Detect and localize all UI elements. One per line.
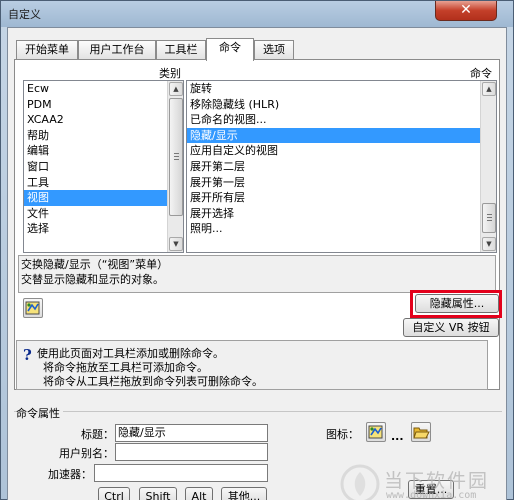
other-button[interactable]: 其他... xyxy=(221,487,267,500)
ctrl-button[interactable]: Ctrl xyxy=(98,487,130,500)
list-item[interactable]: 帮助 xyxy=(24,128,168,144)
tab-toolbars[interactable]: 工具栏 xyxy=(156,40,206,60)
description-line-1: 交换隐藏/显示（“视图”菜单） xyxy=(21,258,169,271)
list-item[interactable]: 旋转 xyxy=(187,81,481,97)
scrollbar-thumb[interactable] xyxy=(169,98,183,216)
open-folder-button[interactable] xyxy=(411,422,431,442)
accelerator-label: 加速器： xyxy=(48,468,92,481)
close-button[interactable]: ✕ xyxy=(435,1,497,21)
hint-line-3: 将命令从工具栏拖放到命令列表可删除命令。 xyxy=(43,375,263,388)
command-description: 交换隐藏/显示（“视图”菜单） 交替显示隐藏和显示的对象。 xyxy=(18,255,496,293)
section-separator xyxy=(14,411,502,412)
accelerator-field[interactable] xyxy=(94,464,268,482)
categories-header: 类别 xyxy=(159,67,181,80)
tab-commands[interactable]: 命令 xyxy=(206,38,254,61)
customize-dialog: 自定义 ✕ 开始菜单 用户工作台 工具栏 命令 选项 类别 命令 Ecw PDM… xyxy=(0,0,514,500)
icon-preview-button[interactable] xyxy=(366,422,386,442)
window-title: 自定义 xyxy=(8,8,41,21)
list-item[interactable]: 选择 xyxy=(24,221,168,237)
commands-scrollbar[interactable]: ▲ ▼ xyxy=(480,81,496,252)
watermark-url: www.downxia.com xyxy=(386,490,477,500)
command-icon-button[interactable] xyxy=(23,298,43,318)
commands-header: 命令 xyxy=(470,67,492,80)
list-item[interactable]: 工具 xyxy=(24,175,168,191)
shift-button[interactable]: Shift xyxy=(139,487,177,500)
scrollbar-thumb[interactable] xyxy=(482,203,496,233)
close-icon: ✕ xyxy=(460,2,472,18)
categories-list[interactable]: Ecw PDM XCAA2 帮助 编辑 窗口 工具 视图 文件 选择 ▲ ▼ xyxy=(23,80,184,253)
hint-line-2: 将命令拖放至工具栏可添加命令。 xyxy=(43,361,208,374)
hide-show-icon xyxy=(25,301,40,315)
list-item[interactable]: 编辑 xyxy=(24,143,168,159)
tab-start-menu[interactable]: 开始菜单 xyxy=(16,40,78,60)
tab-user-workbench[interactable]: 用户工作台 xyxy=(78,40,156,60)
help-question-icon: ? xyxy=(23,346,32,364)
user-alias-label: 用户别名： xyxy=(59,447,114,460)
hide-show-icon xyxy=(368,425,383,439)
command-properties-label: 命令属性 xyxy=(16,405,63,421)
list-item[interactable]: 展开所有层 xyxy=(187,190,481,206)
alt-button[interactable]: Alt xyxy=(185,487,213,500)
title-field[interactable]: 隐藏/显示 xyxy=(115,424,268,442)
hint-panel: ? 使用此页面对工具栏添加或删除命令。 将命令拖放至工具栏可添加命令。 将命令从… xyxy=(16,340,488,390)
dialog-client-area: 开始菜单 用户工作台 工具栏 命令 选项 类别 命令 Ecw PDM XCAA2… xyxy=(7,27,507,500)
scroll-down-icon[interactable]: ▼ xyxy=(482,237,496,251)
hint-line-1: 使用此页面对工具栏添加或删除命令。 xyxy=(37,347,224,360)
scroll-up-icon[interactable]: ▲ xyxy=(482,82,496,96)
title-label: 标题： xyxy=(81,428,114,441)
watermark-logo-icon xyxy=(340,464,380,500)
icon-label: 图标： xyxy=(326,428,359,441)
tab-options[interactable]: 选项 xyxy=(254,40,294,60)
custom-vr-button[interactable]: 自定义 VR 按钮 xyxy=(403,318,499,337)
scroll-up-icon[interactable]: ▲ xyxy=(169,82,183,96)
title-bar[interactable]: 自定义 ✕ xyxy=(1,1,513,27)
user-alias-field[interactable] xyxy=(115,443,268,461)
list-item[interactable]: 展开选择 xyxy=(187,206,481,222)
list-item[interactable]: 应用自定义的视图 xyxy=(187,143,481,159)
list-item[interactable]: 窗口 xyxy=(24,159,168,175)
list-item[interactable]: 已命名的视图... xyxy=(187,112,481,128)
list-item[interactable]: PDM xyxy=(24,97,168,113)
list-item[interactable]: XCAA2 xyxy=(24,112,168,128)
scroll-down-icon[interactable]: ▼ xyxy=(169,237,183,251)
folder-open-icon xyxy=(413,427,430,439)
list-item[interactable]: 移除隐藏线 (HLR) xyxy=(187,97,481,113)
list-item-selected[interactable]: 视图 xyxy=(24,190,168,206)
list-item[interactable]: Ecw xyxy=(24,81,168,97)
commands-list[interactable]: 旋转 移除隐藏线 (HLR) 已命名的视图... 隐藏/显示 应用自定义的视图 … xyxy=(186,80,497,253)
list-item[interactable]: 照明... xyxy=(187,221,481,237)
list-item[interactable]: 展开第二层 xyxy=(187,159,481,175)
watermark-text: 当下软件园 xyxy=(384,470,490,492)
description-line-2: 交替显示隐藏和显示的对象。 xyxy=(21,273,164,286)
list-item[interactable]: 展开第一层 xyxy=(187,175,481,191)
icon-browse-ellipsis[interactable]: ... xyxy=(391,430,404,443)
categories-scrollbar[interactable]: ▲ ▼ xyxy=(167,81,183,252)
list-item[interactable]: 文件 xyxy=(24,206,168,222)
highlight-frame xyxy=(410,290,502,318)
list-item-selected[interactable]: 隐藏/显示 xyxy=(187,127,481,144)
